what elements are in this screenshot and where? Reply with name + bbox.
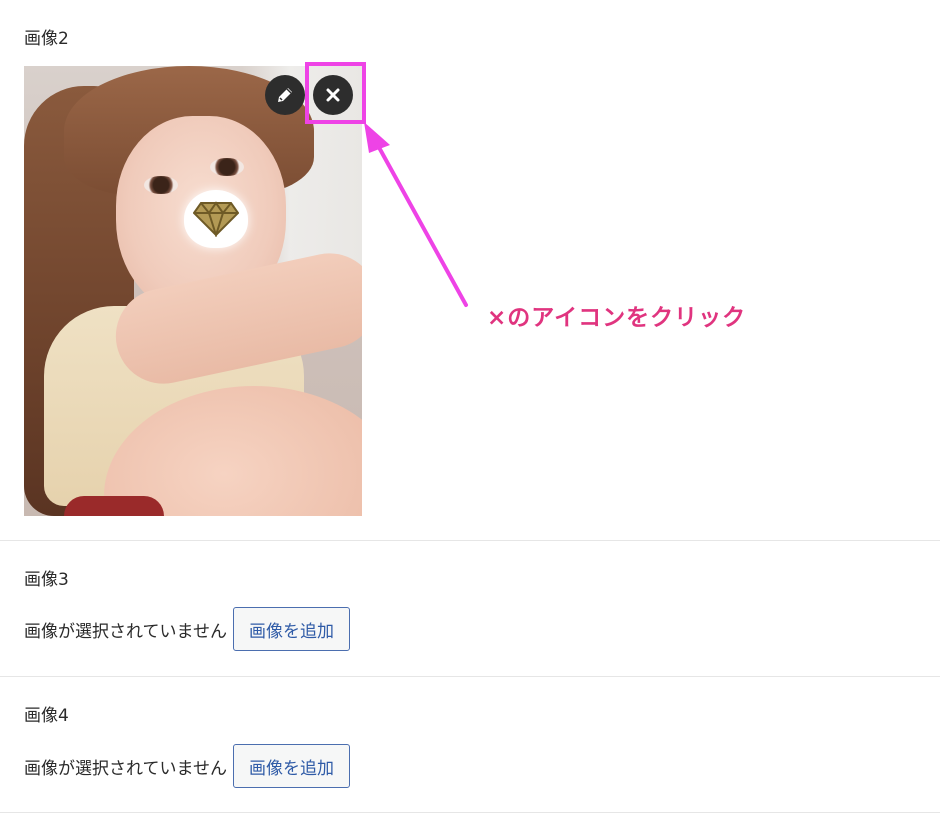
divider xyxy=(0,812,940,813)
field-label-image-3: 画像3 xyxy=(24,570,69,590)
add-image-button[interactable]: 画像を追加 xyxy=(232,744,350,788)
photo-eye xyxy=(144,176,178,194)
divider xyxy=(0,676,940,677)
pencil-icon xyxy=(278,88,292,102)
image-4-row: 画像が選択されていません 画像を追加 xyxy=(24,744,350,788)
no-image-text: 画像が選択されていません xyxy=(24,758,227,779)
image-3-row: 画像が選択されていません 画像を追加 xyxy=(24,607,350,651)
image-preview xyxy=(24,66,362,516)
field-label-image-4: 画像4 xyxy=(24,706,69,726)
diamond-sticker-icon xyxy=(184,190,248,248)
annotation-text: ×のアイコンをクリック xyxy=(487,305,747,331)
add-image-button[interactable]: 画像を追加 xyxy=(232,607,350,651)
photo-eye xyxy=(210,158,244,176)
no-image-text: 画像が選択されていません xyxy=(24,621,227,642)
edit-image-button[interactable] xyxy=(265,75,305,115)
photo-skirt xyxy=(64,496,164,516)
highlight-box xyxy=(305,62,366,124)
divider xyxy=(0,540,940,541)
field-label-image-2: 画像2 xyxy=(24,29,69,49)
